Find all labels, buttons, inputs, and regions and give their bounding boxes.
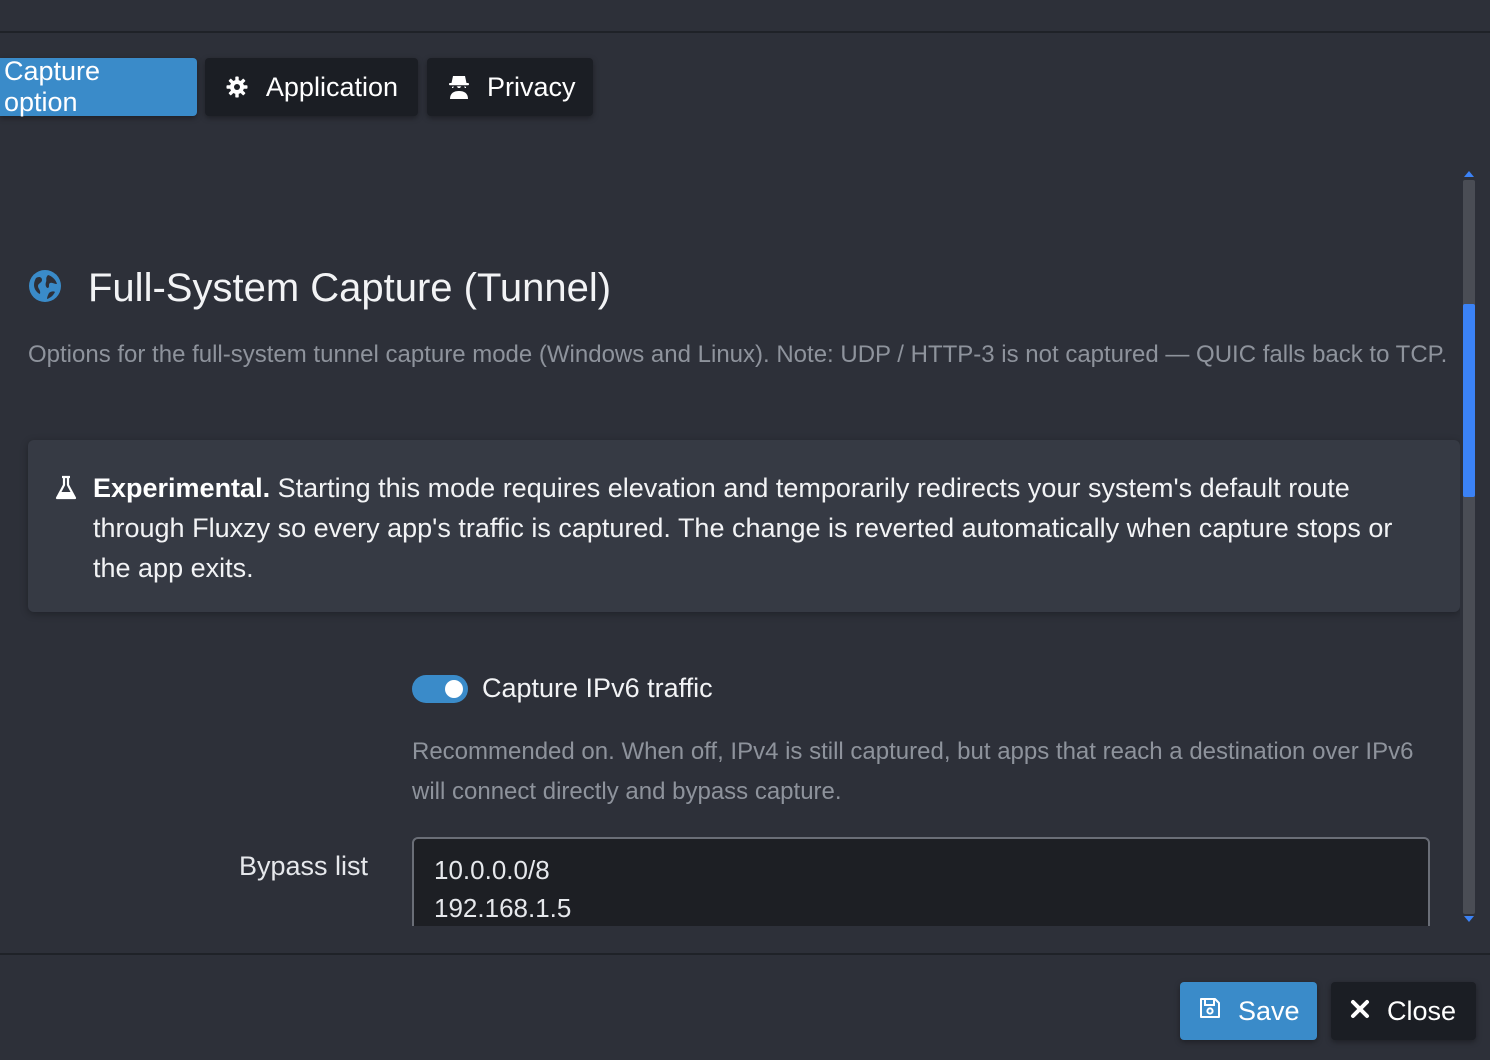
section-description: Options for the full-system tunnel captu… (28, 341, 1448, 368)
tab-label: Application (265, 71, 398, 102)
bypass-list-label: Bypass list (239, 851, 369, 881)
window-top-bar (0, 0, 1490, 33)
save-icon (1198, 996, 1222, 1027)
experimental-alert: Experimental. Starting this mode require… (28, 440, 1460, 612)
incognito-icon (447, 74, 471, 100)
ipv6-toggle-label[interactable]: Capture IPv6 traffic (482, 673, 713, 704)
close-icon (1349, 996, 1371, 1027)
scroll-thumb[interactable] (1463, 304, 1475, 497)
save-button[interactable]: Save (1180, 982, 1317, 1040)
bypass-list-textarea[interactable]: 10.0.0.0/8 192.168.1.5 (412, 837, 1430, 926)
toggle-knob (445, 679, 463, 698)
tab-capture-option[interactable]: Capture option (0, 56, 197, 117)
settings-content: Full-System Capture (Tunnel) Options for… (0, 168, 1460, 926)
tab-application[interactable]: Application (205, 58, 418, 116)
vertical-scrollbar[interactable] (1460, 168, 1476, 926)
bypass-line: 192.168.1.5 (434, 893, 572, 923)
tab-label: Capture option (4, 56, 101, 117)
ipv6-toggle-row: Capture IPv6 traffic (412, 673, 713, 704)
scroll-down-arrow[interactable] (1464, 916, 1474, 922)
globe-icon (28, 269, 62, 308)
ipv6-help-text: Recommended on. When off, IPv4 is still … (412, 738, 1414, 805)
ipv6-toggle[interactable] (412, 674, 468, 703)
alert-text: Starting this mode requires elevation an… (93, 473, 1393, 583)
save-label: Save (1238, 995, 1300, 1026)
section-title: Full-System Capture (Tunnel) (88, 266, 612, 310)
scroll-track[interactable] (1463, 180, 1475, 914)
alert-strong: Experimental. (93, 473, 271, 503)
tab-label: Privacy (487, 71, 576, 102)
gear-icon (225, 74, 250, 100)
tab-privacy[interactable]: Privacy (427, 58, 593, 116)
close-button[interactable]: Close (1331, 982, 1476, 1040)
close-label: Close (1387, 995, 1457, 1026)
section-header: Full-System Capture (Tunnel) (28, 266, 611, 311)
footer-divider (0, 953, 1490, 955)
scroll-up-arrow[interactable] (1464, 171, 1474, 177)
flask-icon (54, 472, 78, 512)
bypass-line: 10.0.0.0/8 (434, 855, 550, 885)
